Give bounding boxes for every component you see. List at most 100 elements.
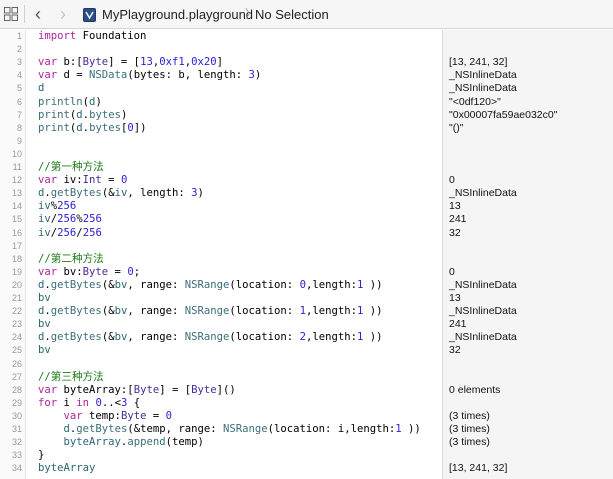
code-text[interactable]: d.getBytes(&temp, range: NSRange(locatio…: [38, 423, 421, 436]
code-token: byteArray:[: [57, 383, 134, 396]
code-token: for: [38, 396, 58, 409]
line-number: 21: [11, 293, 22, 303]
result-value[interactable]: 13: [449, 292, 461, 305]
code-token: byteArray: [38, 462, 96, 475]
code-token: )): [363, 278, 383, 291]
result-value[interactable]: _NSInlineData: [449, 187, 517, 200]
line-number: 20: [11, 279, 22, 290]
result-value[interactable]: _NSInlineData: [449, 82, 517, 95]
result-value[interactable]: 0 elements: [449, 384, 500, 397]
code-token: iv: [38, 200, 51, 213]
code-text[interactable]: iv/256/256: [38, 227, 102, 240]
code-token: 0: [120, 174, 128, 187]
result-value[interactable]: (3 times): [449, 410, 490, 423]
code-text[interactable]: bv: [38, 318, 51, 331]
result-value[interactable]: "<0df120>": [449, 96, 501, 109]
code-text[interactable]: print(d.bytes): [38, 109, 127, 122]
code-text[interactable]: var byteArray:[Byte] = [Byte](): [38, 384, 236, 397]
code-line: 28 var byteArray:[Byte] = [Byte]() 0 eleme…: [0, 384, 613, 397]
breadcrumb-selection[interactable]: No Selection: [255, 7, 329, 22]
result-value[interactable]: "0x00007fa59ae032c0": [449, 109, 557, 122]
code-text[interactable]: bv: [38, 292, 51, 305]
line-number: 18: [11, 253, 22, 264]
code-token: 0x20: [191, 56, 217, 69]
result-value[interactable]: _NSInlineData: [449, 279, 517, 292]
code-text[interactable]: for i in 0..<3 {: [38, 397, 140, 410]
code-text[interactable]: d.getBytes(&bv, range: NSRange(location:…: [38, 331, 383, 344]
code-line: 30 var temp:Byte = 0 (3 times): [0, 410, 613, 423]
code-line: 27 //第三种方法: [0, 371, 613, 384]
line-number: 31: [11, 424, 22, 434]
code-token: bv: [38, 292, 51, 304]
code-token: temp:: [82, 409, 121, 422]
code-token: getBytes: [50, 187, 102, 200]
result-value[interactable]: 0: [449, 174, 455, 187]
result-value[interactable]: (3 times): [449, 423, 490, 436]
code-text[interactable]: iv%256: [38, 200, 76, 213]
result-value[interactable]: 13: [449, 200, 461, 213]
code-text[interactable]: byteArray: [38, 462, 95, 475]
code-line: 14 iv%256 13: [0, 200, 613, 213]
code-text[interactable]: print(d.bytes[0]): [38, 122, 147, 135]
result-value[interactable]: _NSInlineData: [449, 69, 517, 82]
code-token: var: [38, 265, 58, 278]
line-number: 14: [11, 201, 22, 212]
line-number: 24: [11, 332, 22, 343]
code-text[interactable]: var temp:Byte = 0: [38, 410, 172, 423]
code-token: d: [38, 82, 45, 95]
code-text[interactable]: bv: [38, 344, 51, 357]
code-token: Byte: [82, 56, 109, 69]
result-value[interactable]: 32: [449, 344, 461, 357]
line-number: 6: [16, 96, 22, 107]
code-text[interactable]: var b:[Byte] = [13,0xf1,0x20]: [38, 56, 223, 69]
code-line: 24 d.getBytes(&bv, range: NSRange(locatio…: [0, 331, 613, 344]
code-text[interactable]: byteArray.append(temp): [38, 436, 204, 449]
code-text[interactable]: println(d): [38, 96, 102, 109]
result-value[interactable]: 32: [449, 227, 461, 240]
code-token: (location:: [229, 305, 300, 318]
code-token: ]): [133, 121, 147, 134]
result-value[interactable]: "()": [449, 122, 463, 135]
code-line: 2: [0, 43, 613, 56]
line-number: 12: [11, 175, 22, 186]
code-token: getBytes: [76, 423, 128, 435]
code-text[interactable]: //第三种方法: [38, 371, 104, 384]
grid-icon[interactable]: [4, 7, 18, 21]
code-text[interactable]: iv/256%256: [38, 213, 102, 226]
code-text[interactable]: var d = NSData(bytes: b, length: 3): [38, 69, 261, 82]
result-value[interactable]: [13, 241, 32]: [449, 462, 507, 475]
result-value[interactable]: _NSInlineData: [449, 305, 517, 318]
code-text[interactable]: d: [38, 82, 44, 95]
code-line: 3 var b:[Byte] = [13,0xf1,0x20] [13, 241, …: [0, 56, 613, 69]
chevron-left-icon[interactable]: ‹: [31, 5, 45, 23]
code-line: 26: [0, 358, 613, 371]
line-number: 1: [16, 31, 22, 41]
code-token: getBytes: [50, 305, 102, 318]
code-text[interactable]: d.getBytes(&bv, range: NSRange(location:…: [38, 279, 383, 292]
result-value[interactable]: (3 times): [449, 436, 490, 449]
result-value[interactable]: _NSInlineData: [449, 331, 517, 344]
code-token: NSRange: [223, 423, 268, 435]
result-value[interactable]: 241: [449, 318, 467, 331]
code-token: Byte: [82, 265, 109, 278]
code-text[interactable]: //第二种方法: [38, 253, 104, 266]
result-value[interactable]: [13, 241, 32]: [449, 56, 507, 69]
result-value[interactable]: 0: [449, 266, 455, 279]
chevron-right-icon[interactable]: ›: [56, 5, 70, 23]
code-text[interactable]: }: [38, 449, 44, 462]
code-token: d =: [57, 69, 90, 82]
line-number: 29: [11, 397, 22, 408]
code-text[interactable]: import Foundation: [38, 30, 146, 43]
code-text[interactable]: //第一种方法: [38, 161, 104, 174]
code-text[interactable]: d.getBytes(&bv, range: NSRange(location:…: [38, 305, 383, 318]
breadcrumb-filename[interactable]: MyPlayground.playground: [102, 7, 253, 22]
code-text[interactable]: d.getBytes(&iv, length: 3): [38, 187, 204, 200]
result-value[interactable]: 241: [449, 213, 467, 226]
code-token: )): [363, 305, 383, 318]
code-text[interactable]: var bv:Byte = 0;: [38, 266, 140, 279]
code-text[interactable]: var iv:Int = 0: [38, 174, 127, 187]
code-token: //第三种方法: [38, 370, 104, 383]
code-token: 256: [82, 226, 102, 239]
line-number: 11: [12, 162, 22, 172]
code-token: ): [95, 95, 102, 108]
